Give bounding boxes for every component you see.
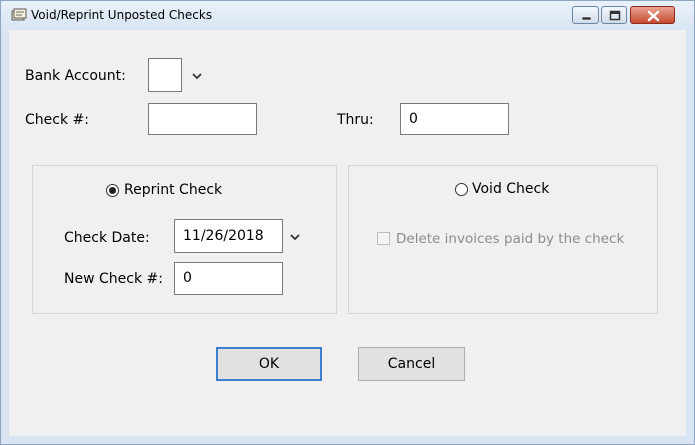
delete-invoices-checkbox[interactable] (377, 232, 390, 245)
checkbook-icon (11, 8, 27, 22)
bank-account-label: Bank Account: (25, 68, 126, 84)
check-number-label: Check #: (25, 112, 89, 128)
maximize-icon (609, 10, 621, 21)
bank-account-dropdown[interactable] (148, 58, 182, 92)
check-number-input[interactable] (148, 103, 257, 135)
dialog-window: Void/Reprint Unposted Checks Bank Accoun… (0, 0, 695, 445)
check-date-input[interactable]: 11/26/2018 (174, 219, 283, 253)
window-title: Void/Reprint Unposted Checks (31, 8, 213, 22)
window-border-bottom (1, 436, 694, 444)
title-bar[interactable]: Void/Reprint Unposted Checks (1, 1, 694, 30)
reprint-check-label[interactable]: Reprint Check (124, 182, 222, 198)
window-border-right (686, 30, 694, 436)
window-border-left (1, 30, 9, 436)
bank-account-chevron-down-icon[interactable] (192, 72, 202, 80)
minimize-button[interactable] (572, 6, 599, 24)
close-icon (647, 10, 660, 22)
new-check-number-label: New Check #: (64, 271, 163, 287)
thru-input[interactable]: 0 (400, 103, 509, 135)
ok-button[interactable]: OK (216, 347, 322, 381)
void-check-radio[interactable] (455, 183, 468, 196)
delete-invoices-label: Delete invoices paid by the check (396, 231, 625, 247)
minimize-icon (581, 16, 592, 21)
check-date-chevron-down-icon[interactable] (290, 233, 300, 241)
check-date-label: Check Date: (64, 230, 150, 246)
close-button[interactable] (630, 6, 675, 24)
new-check-number-input[interactable]: 0 (174, 262, 283, 295)
thru-label: Thru: (337, 112, 374, 128)
reprint-check-radio[interactable] (106, 184, 119, 197)
maximize-button[interactable] (601, 6, 627, 24)
cancel-button[interactable]: Cancel (358, 347, 465, 381)
void-check-label[interactable]: Void Check (472, 181, 549, 197)
